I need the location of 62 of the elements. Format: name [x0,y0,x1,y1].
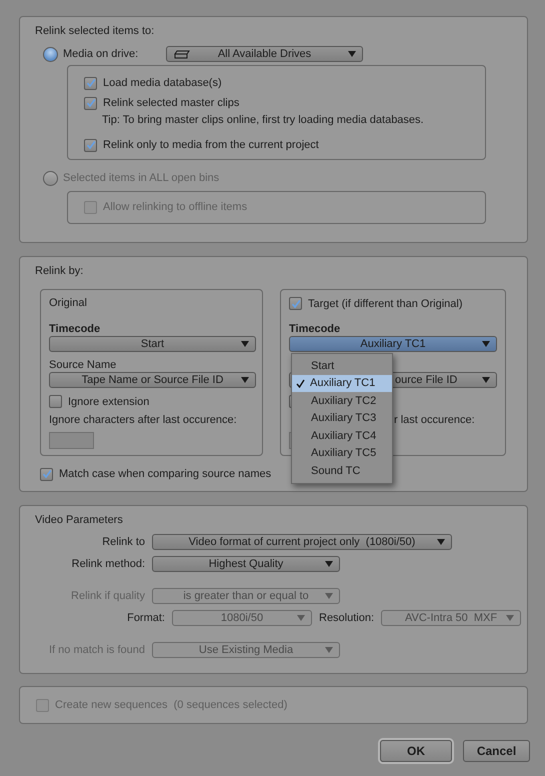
caret-icon [325,593,333,599]
checkbox-label: Target (if different than Original) [308,296,462,311]
checkbox[interactable] [84,138,97,152]
radio-label: Media on drive: [63,47,140,61]
ok-button[interactable]: OK [380,740,452,762]
radio-button[interactable] [43,46,58,62]
checkbox-label: Allow relinking to offline items [103,200,248,214]
radio-label: Selected items in ALL open bins [63,171,220,185]
caret-icon [437,539,445,545]
field-label: Timecode [49,322,102,336]
section-title: Video Parameters [35,513,123,527]
menu-item[interactable]: Auxiliary TC4 [292,427,392,444]
caret-icon [241,377,249,383]
caret-icon [482,376,490,383]
field-label: Source Name [49,358,118,372]
group-title: Original [49,296,88,310]
menu-item[interactable]: Start [292,357,392,374]
checkbox-label: Create new sequences (0 sequences selected) [55,698,288,712]
drive-icon [173,50,191,59]
tip-text: Tip: To bring master clips online, first try loading media databases. [102,113,425,127]
checkmark-icon [296,378,306,388]
timecode-dropdown[interactable]: Auxiliary TC1 [289,336,497,352]
caret-icon [325,561,333,567]
caret-icon [506,615,514,621]
menu-item[interactable]: Sound TC [292,462,392,480]
source-name-dropdown[interactable]: Tape Name or Source File ID [49,372,256,388]
checkbox-label: Match case when comparing source names [59,467,272,481]
dropdown[interactable]: Highest Quality [152,556,340,572]
menu-item[interactable]: Auxiliary TC1 [292,374,392,392]
checkbox[interactable] [84,96,97,110]
field-label: Relink method: [70,557,145,571]
checkbox-label: Relink only to media from the current project [103,138,319,152]
drive-dropdown[interactable]: All Available Drives [166,46,363,62]
caret-icon [348,51,356,57]
cancel-button[interactable]: Cancel [463,740,530,762]
dropdown[interactable]: Video format of current project only (1080i/50) [152,534,452,550]
caret-icon [482,340,490,347]
field-label: Resolution: [319,611,374,625]
field-label: Format: [126,611,165,625]
field-label: If no match is found [48,643,145,657]
field-label: Ignore characters after last occurence: [49,413,238,428]
checkbox-label: Relink selected master clips [103,96,240,110]
section-title: Relink selected items to: [35,24,154,38]
field-label: Relink if quality [70,589,145,603]
caret-icon [241,341,249,347]
section-title: Relink by: [35,264,84,278]
checkbox-label: Ignore extension [68,394,150,409]
menu-item[interactable]: Auxiliary TC3 [292,410,392,427]
input-field[interactable] [49,432,94,449]
caret-icon [297,615,305,621]
menu-item[interactable]: Auxiliary TC5 [292,444,392,462]
checkbox[interactable] [84,76,97,90]
checkbox[interactable] [289,297,302,310]
caret-icon [325,647,333,653]
menu-item[interactable]: Auxiliary TC2 [292,392,392,410]
field-label: Relink to [101,535,145,549]
checkbox-label: Load media database(s) [103,76,222,90]
checkbox[interactable] [40,468,53,480]
field-label: Timecode [289,322,342,336]
field-label: r last occurence: [394,413,475,428]
timecode-dropdown[interactable]: Start [49,336,256,352]
checkbox[interactable] [49,395,62,408]
